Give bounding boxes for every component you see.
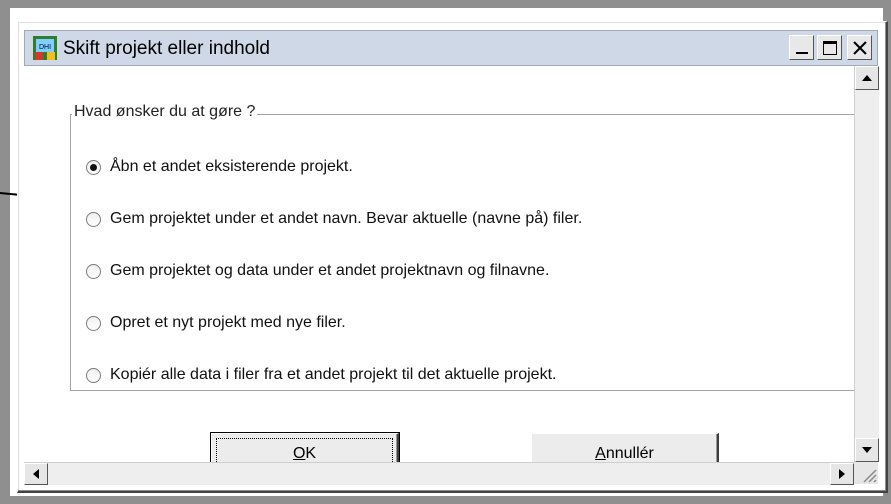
radio-label: Opret et nyt projekt med nye filer.: [110, 314, 346, 331]
radio-label: Gem projektet under et andet navn. Bevar…: [110, 210, 583, 227]
close-icon: [852, 40, 867, 55]
minimize-icon: [795, 51, 808, 54]
arrow-right-icon: [839, 469, 845, 479]
window-title: Skift projekt eller indhold: [63, 38, 270, 59]
cancel-label-rest: nnullér: [605, 445, 654, 462]
svg-text:DHI: DHI: [39, 44, 51, 51]
radio-save-project-new-name[interactable]: Gem projektet under et andet navn. Bevar…: [86, 207, 582, 231]
radio-button-icon[interactable]: [86, 367, 101, 383]
scroll-left-button[interactable]: [24, 463, 48, 485]
radio-label: Kopiér alle data i filer fra et andet pr…: [110, 366, 557, 383]
vertical-scrollbar[interactable]: [854, 66, 879, 462]
radio-save-project-and-data[interactable]: Gem projektet og data under et andet pro…: [86, 259, 549, 283]
dialog-client-area: Hvad ønsker du at gøre ? Åbn et andet ek…: [24, 66, 856, 484]
scroll-right-button[interactable]: [830, 463, 854, 485]
radio-label: Åbn et andet eksisterende projekt.: [110, 158, 353, 175]
maximize-button[interactable]: [817, 35, 842, 60]
radio-button-icon[interactable]: [86, 263, 101, 279]
radio-label: Gem projektet og data under et andet pro…: [110, 262, 550, 279]
close-button[interactable]: [847, 35, 872, 60]
scroll-up-button[interactable]: [855, 66, 879, 90]
radio-copy-data-from-project[interactable]: Kopiér alle data i filer fra et andet pr…: [86, 363, 556, 387]
radio-create-new-project[interactable]: Opret et nyt projekt med nye filer.: [86, 311, 346, 335]
arrow-down-icon: [862, 447, 872, 453]
dialog-window: DHI Skift projekt eller indhold Hvad øns…: [17, 21, 888, 493]
radio-open-existing-project[interactable]: Åbn et andet eksisterende projekt.: [86, 155, 353, 179]
radio-button-icon[interactable]: [86, 315, 101, 331]
radio-button-checked-icon[interactable]: [86, 159, 101, 175]
size-grip[interactable]: [854, 462, 878, 484]
scroll-down-button[interactable]: [855, 438, 879, 462]
groupbox-title: Hvad ønsker du at gøre ?: [72, 103, 258, 121]
horizontal-scrollbar[interactable]: [24, 462, 854, 485]
maximize-icon: [822, 40, 837, 55]
title-bar[interactable]: DHI Skift projekt eller indhold: [24, 30, 878, 66]
minimize-button[interactable]: [789, 35, 814, 60]
arrow-left-icon: [33, 469, 39, 479]
resize-grip-icon: [863, 469, 877, 483]
dhi-app-icon: DHI: [33, 36, 57, 60]
arrow-up-icon: [862, 75, 872, 81]
radio-button-icon[interactable]: [86, 211, 101, 227]
cancel-mnemonic: A: [595, 445, 606, 462]
